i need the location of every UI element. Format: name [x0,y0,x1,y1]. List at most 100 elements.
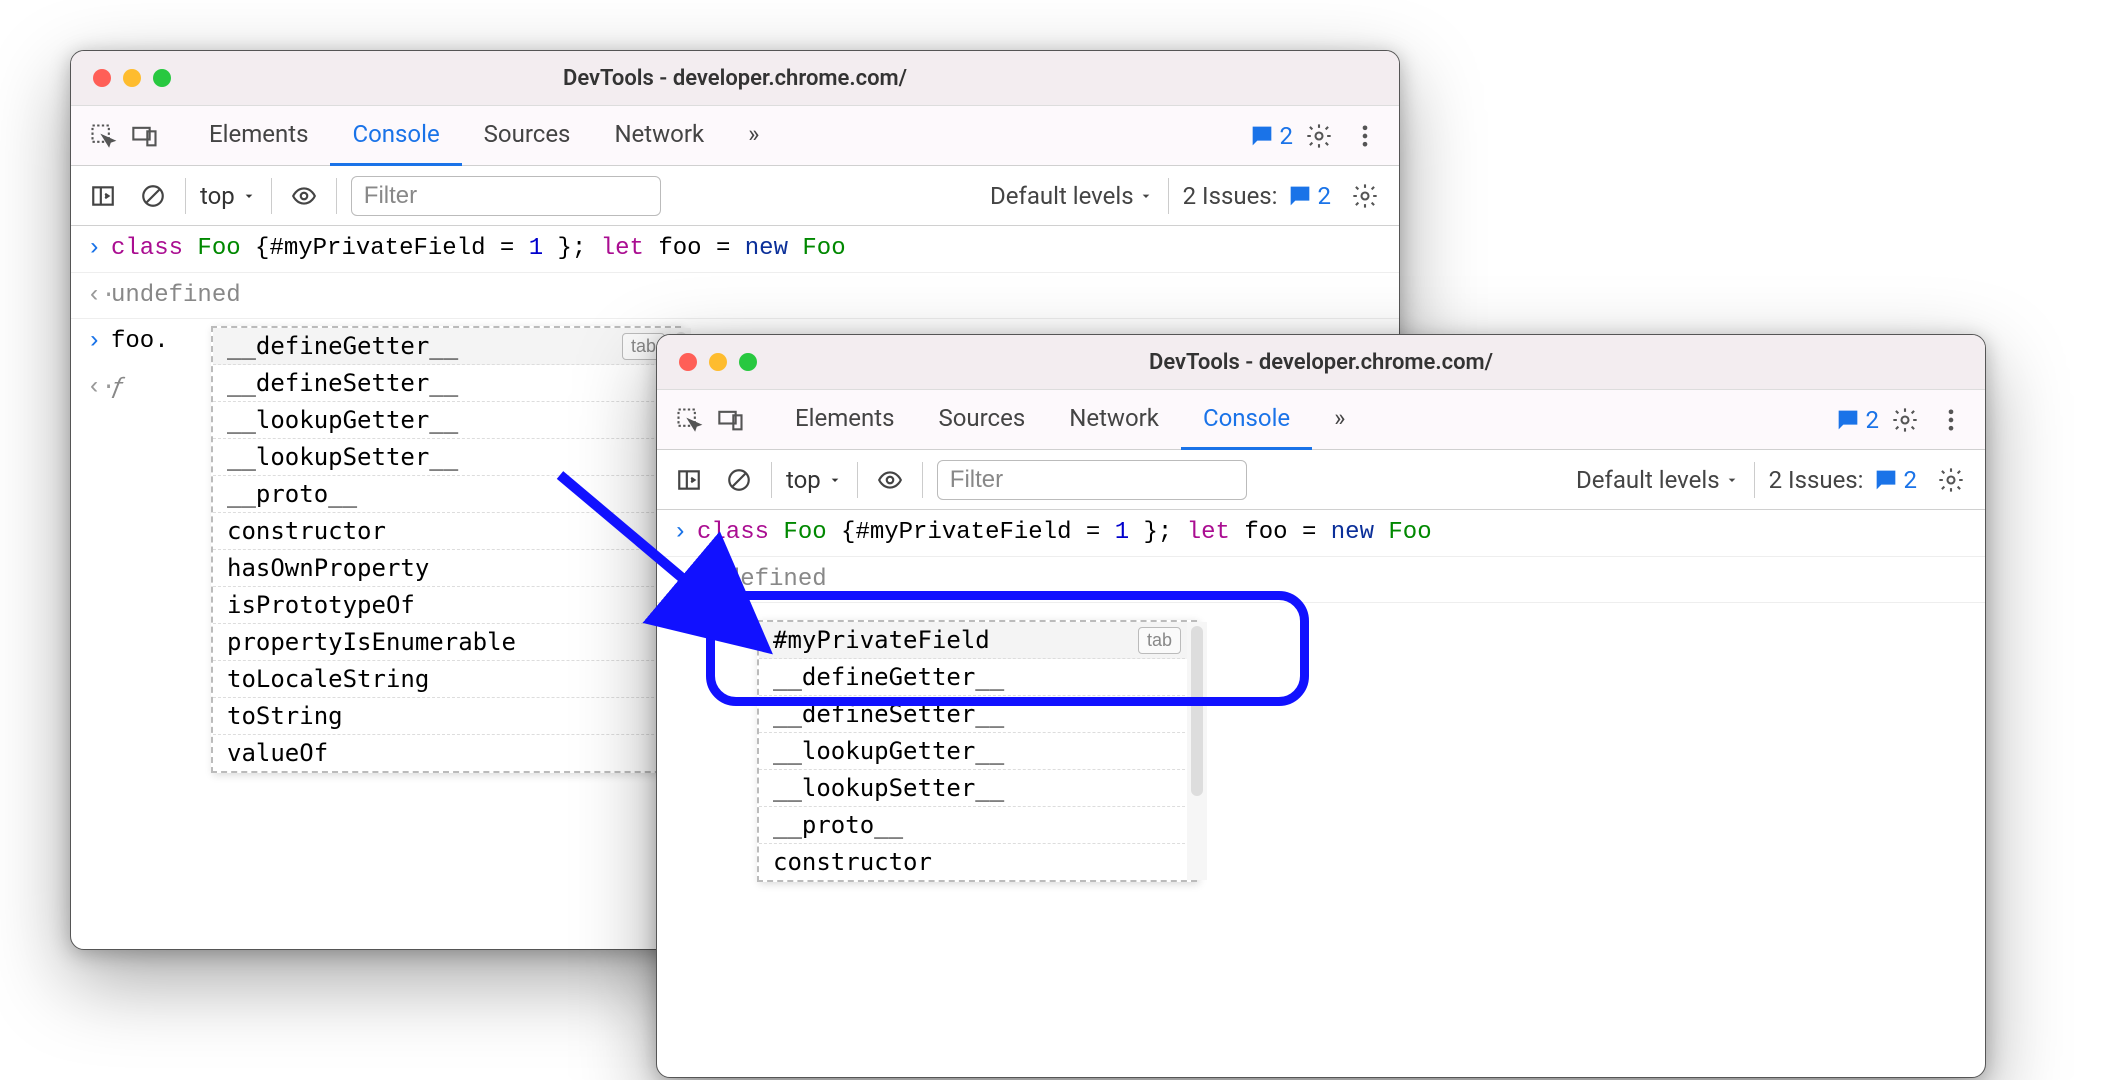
chevron-down-icon [827,472,843,488]
close-window-button[interactable] [679,353,697,371]
filter-input[interactable] [351,176,661,216]
issues-count: 2 [1866,406,1880,434]
autocomplete-item[interactable]: __defineGetter__ [759,659,1195,696]
window-title: DevTools - developer.chrome.com/ [657,350,1985,375]
issues-indicator[interactable]: 2 [1834,406,1880,434]
live-expression-button[interactable] [872,462,908,498]
divider [771,462,772,498]
autocomplete-item[interactable]: __lookupSetter__ [759,770,1195,807]
autocomplete-item[interactable]: toString [213,698,679,735]
log-levels-dropdown[interactable]: Default levels [990,182,1154,210]
autocomplete-item[interactable]: __defineGetter__tab [213,328,679,365]
tab-sources[interactable]: Sources [462,106,593,166]
divider [336,178,337,214]
divider [857,462,858,498]
inspect-element-icon[interactable] [85,118,121,154]
function-preview: ƒ [111,371,125,405]
kebab-menu-button[interactable] [1345,116,1385,156]
output-arrow-icon: ‹· [673,563,697,597]
inspect-element-icon[interactable] [671,402,707,438]
device-toolbar-icon[interactable] [713,402,749,438]
tab-hint: tab [1138,627,1181,654]
maximize-window-button[interactable] [739,353,757,371]
chevron-down-icon [241,188,257,204]
close-window-button[interactable] [93,69,111,87]
autocomplete-item[interactable]: constructor [759,844,1195,880]
issues-label: 2 Issues: [1769,466,1864,494]
autocomplete-item[interactable]: valueOf [213,735,679,771]
console-settings-button[interactable] [1345,176,1385,216]
issues-summary[interactable]: 2 Issues: 2 [1769,466,1917,494]
autocomplete-item[interactable]: __lookupGetter__ [213,402,679,439]
scrollbar-thumb[interactable] [1191,626,1203,796]
input-prompt-icon: › [673,516,697,550]
levels-label: Default levels [1576,466,1720,494]
autocomplete-item[interactable]: #myPrivateFieldtab [759,622,1195,659]
divider [922,462,923,498]
autocomplete-popup: __defineGetter__tab __defineSetter__ __l… [211,326,681,773]
output-arrow-icon: ‹· [87,371,111,405]
divider [1168,178,1169,214]
more-tabs-button[interactable]: » [726,106,781,166]
input-prompt-icon: › [87,232,111,266]
traffic-lights [657,353,757,371]
more-tabs-button[interactable]: » [1312,390,1367,450]
minimize-window-button[interactable] [709,353,727,371]
settings-button[interactable] [1299,116,1339,156]
autocomplete-item[interactable]: __proto__ [213,476,679,513]
undefined-result: undefined [111,279,241,313]
tab-network[interactable]: Network [1047,390,1181,450]
execution-context-dropdown[interactable]: top [200,182,257,210]
execution-context-dropdown[interactable]: top [786,466,843,494]
autocomplete-item[interactable]: isPrototypeOf [213,587,679,624]
tab-elements[interactable]: Elements [773,390,916,450]
console-settings-button[interactable] [1931,460,1971,500]
autocomplete-item[interactable]: __defineSetter__ [213,365,679,402]
clear-console-button[interactable] [721,462,757,498]
toggle-sidebar-button[interactable] [85,178,121,214]
panel-tabs: Elements Console Sources Network » [187,106,781,166]
autocomplete-item[interactable]: toLocaleString [213,661,679,698]
issues-label: 2 Issues: [1183,182,1278,210]
kebab-menu-button[interactable] [1931,400,1971,440]
output-arrow-icon: ‹· [87,279,111,313]
autocomplete-item[interactable]: __lookupGetter__ [759,733,1195,770]
live-expression-button[interactable] [286,178,322,214]
toggle-sidebar-button[interactable] [671,462,707,498]
titlebar: DevTools - developer.chrome.com/ [657,335,1985,390]
console-toolbar: top Default levels 2 Issues: 2 [657,450,1985,510]
autocomplete-item[interactable]: hasOwnProperty [213,550,679,587]
tab-network[interactable]: Network [592,106,726,166]
divider [185,178,186,214]
window-title: DevTools - developer.chrome.com/ [71,66,1399,91]
autocomplete-item[interactable]: propertyIsEnumerable [213,624,679,661]
input-prompt-icon: › [87,325,111,359]
chat-icon [1872,466,1900,494]
context-label: top [200,182,235,210]
autocomplete-item[interactable]: __proto__ [759,807,1195,844]
chevron-down-icon [1724,472,1740,488]
console-toolbar: top Default levels 2 Issues: 2 [71,166,1399,226]
tab-sources[interactable]: Sources [916,390,1047,450]
issues-indicator[interactable]: 2 [1248,122,1294,150]
maximize-window-button[interactable] [153,69,171,87]
clear-console-button[interactable] [135,178,171,214]
autocomplete-item[interactable]: constructor [213,513,679,550]
code-content: class Foo {#myPrivateField = 1 }; let fo… [697,516,1969,550]
autocomplete-item[interactable]: __lookupSetter__ [213,439,679,476]
issues-summary[interactable]: 2 Issues: 2 [1183,182,1331,210]
minimize-window-button[interactable] [123,69,141,87]
panel-tabs: Elements Sources Network Console » [773,390,1367,450]
input-prompt-icon: › [673,609,697,643]
console-result-line: ‹· undefined [657,557,1985,604]
panel-tabbar: Elements Console Sources Network » 2 [71,106,1399,166]
autocomplete-item[interactable]: __defineSetter__ [759,696,1195,733]
panel-tabbar: Elements Sources Network Console » 2 [657,390,1985,450]
log-levels-dropdown[interactable]: Default levels [1576,466,1740,494]
device-toolbar-icon[interactable] [127,118,163,154]
filter-input[interactable] [937,460,1247,500]
tab-elements[interactable]: Elements [187,106,330,166]
settings-button[interactable] [1885,400,1925,440]
tab-console[interactable]: Console [1181,390,1312,450]
tab-console[interactable]: Console [330,106,461,166]
